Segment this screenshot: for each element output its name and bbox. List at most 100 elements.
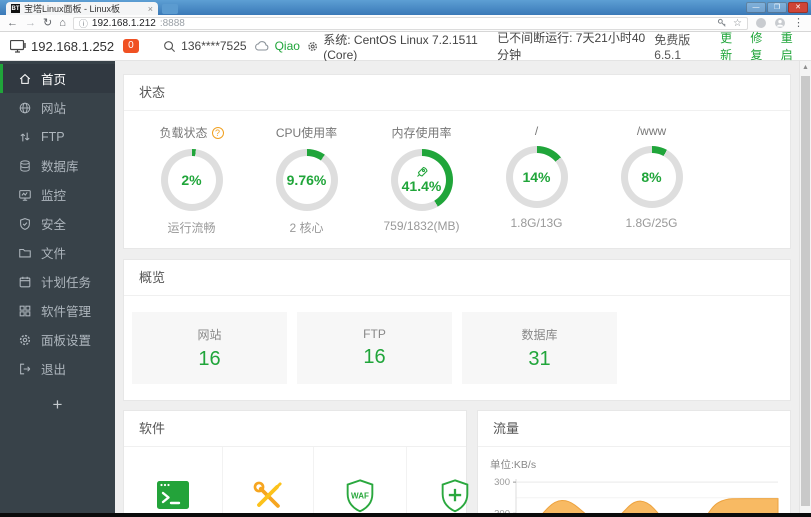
- profile-icon[interactable]: [774, 17, 786, 29]
- software-ssh-terminal[interactable]: 宝塔SSH终端1.0: [124, 447, 223, 517]
- gauge-label: /www: [636, 124, 667, 138]
- gauge-caption: 运行流畅: [167, 221, 216, 235]
- repair-link[interactable]: 修复: [750, 29, 770, 63]
- scrollbar-up-icon[interactable]: ▲: [800, 61, 811, 71]
- waf-shield-icon: WAF: [346, 478, 373, 512]
- uptime-label: 已不间断运行: 7天21小时40分钟: [497, 31, 646, 62]
- gauge-label: 负载状态: [159, 126, 208, 140]
- status-card-title: 状态: [124, 75, 790, 111]
- screen: BT 宝塔Linux面板 - Linux板 × — ❐ ✕ ← → ↻ ⌂ ⓘ …: [0, 0, 811, 517]
- overview-websites[interactable]: 网站 16: [132, 312, 287, 384]
- sidebar-label: 面板设置: [41, 334, 92, 348]
- overview-label: FTP: [363, 327, 386, 341]
- gauge-value: 2%: [181, 172, 202, 188]
- overview-database[interactable]: 数据库 31: [462, 312, 617, 384]
- svg-text:300: 300: [494, 477, 510, 488]
- new-tab-button[interactable]: [162, 4, 178, 14]
- sidebar-item-home[interactable]: 首页: [0, 64, 115, 93]
- sidebar-item-websites[interactable]: 网站: [0, 93, 115, 122]
- gauge-caption: 1.8G/13G: [510, 216, 563, 230]
- url-port: :8888: [159, 17, 185, 29]
- gauge-cpu[interactable]: CPU使用率 9.76% 2 核心: [249, 124, 364, 236]
- browser-tabstrip: BT 宝塔Linux面板 - Linux板 × — ❐ ✕: [0, 0, 811, 15]
- browser-menu-icon[interactable]: ⋮: [793, 17, 804, 29]
- traffic-card: 流量 单位:KB/s 100200300: [477, 410, 791, 517]
- window-maximize-button[interactable]: ❐: [767, 2, 787, 13]
- sidebar-item-cron[interactable]: 计划任务: [0, 267, 115, 296]
- home-icon[interactable]: ⌂: [59, 17, 66, 29]
- tools-icon: [253, 481, 282, 508]
- sidebar-label: 退出: [41, 363, 67, 377]
- gauge-disk-www[interactable]: /www 8% 1.8G/25G: [594, 124, 709, 236]
- tab-close-icon[interactable]: ×: [148, 4, 153, 14]
- update-link[interactable]: 更新: [720, 29, 740, 63]
- url-input[interactable]: ⓘ 192.168.1.212 :8888 ☆: [72, 16, 748, 30]
- extension-icon[interactable]: [755, 17, 767, 29]
- sidebar-item-database[interactable]: 数据库: [0, 151, 115, 180]
- cloud-name-label: Qiao: [274, 39, 300, 53]
- refresh-icon[interactable]: ↻: [43, 17, 52, 29]
- sidebar-item-security[interactable]: 安全: [0, 209, 115, 238]
- overview-ftp[interactable]: FTP 16: [297, 312, 452, 384]
- overview-label: 数据库: [521, 327, 558, 342]
- globe-icon: [19, 102, 31, 113]
- load-donut: 2%: [160, 149, 223, 211]
- scrollbar-thumb[interactable]: [801, 76, 810, 506]
- sidebar-item-software[interactable]: 软件管理: [0, 296, 115, 325]
- gauge-memory[interactable]: 内存使用率 41.4% 759/1832(MB): [364, 124, 479, 236]
- software-linux-toolbox[interactable]: Linux工具箱1.4: [223, 447, 314, 517]
- disk-www-donut: 8%: [620, 146, 683, 208]
- content-area: 状态 负载状态? 2% 运行流畅 CPU使用率 9.76% 2 核心 内存使用率: [115, 61, 799, 517]
- memory-donut: 41.4%: [390, 149, 453, 211]
- key-icon[interactable]: [717, 18, 727, 28]
- server-ip-group[interactable]: 192.168.1.252 0: [10, 39, 139, 54]
- status-card: 状态 负载状态? 2% 运行流畅 CPU使用率 9.76% 2 核心 内存使用率: [123, 74, 791, 249]
- browser-tab[interactable]: BT 宝塔Linux面板 - Linux板 ×: [6, 2, 158, 15]
- sidebar-item-ftp[interactable]: FTP: [0, 122, 115, 151]
- svg-text:WAF: WAF: [351, 491, 369, 500]
- gauge-load[interactable]: 负载状态? 2% 运行流畅: [134, 124, 249, 236]
- gauge-value: 9.76%: [286, 172, 327, 188]
- database-icon: [20, 159, 30, 172]
- sidebar-label: 计划任务: [41, 276, 92, 290]
- gauge-disk-root[interactable]: / 14% 1.8G/13G: [479, 124, 594, 236]
- uptime-info: 已不间断运行: 7天21小时40分钟: [497, 29, 647, 63]
- page-scrollbar[interactable]: ▲: [799, 61, 811, 517]
- gauge-value: 41.4%: [401, 178, 442, 194]
- sidebar-label: 数据库: [41, 160, 79, 174]
- sidebar-label: 文件: [41, 247, 67, 261]
- sidebar-item-logout[interactable]: 退出: [0, 354, 115, 383]
- page-info-icon[interactable]: ⓘ: [79, 17, 88, 30]
- cpu-donut: 9.76%: [275, 149, 338, 211]
- home-nav-icon: [19, 73, 31, 84]
- account-phone[interactable]: 136****7525: [163, 39, 247, 53]
- back-icon[interactable]: ←: [7, 17, 18, 29]
- traffic-chart: 100200300: [494, 477, 779, 517]
- window-close-button[interactable]: ✕: [788, 2, 808, 13]
- window-bottom-edge: [0, 513, 811, 517]
- help-icon[interactable]: ?: [211, 126, 224, 139]
- url-host: 192.168.1.212: [91, 17, 156, 29]
- gauge-caption: 2 核心: [289, 221, 324, 235]
- settings-gear-icon: [19, 334, 31, 345]
- app-grid-icon: [19, 305, 31, 316]
- overview-label: 网站: [197, 327, 222, 342]
- gauge-caption: 1.8G/25G: [625, 216, 678, 230]
- sidebar-add-button[interactable]: +: [0, 395, 115, 415]
- window-minimize-button[interactable]: —: [746, 2, 766, 13]
- sidebar-item-files[interactable]: 文件: [0, 238, 115, 267]
- disk-root-donut: 14%: [505, 146, 568, 208]
- cloud-icon: [254, 41, 268, 51]
- traffic-card-title: 流量: [478, 411, 790, 447]
- sidebar-item-settings[interactable]: 面板设置: [0, 325, 115, 354]
- gauge-caption: 759/1832(MB): [383, 219, 460, 233]
- cloud-account[interactable]: Qiao: [254, 39, 300, 53]
- software-nginx-waf[interactable]: WAF Nginx防火墙2.4: [314, 447, 407, 517]
- rocket-icon[interactable]: [416, 166, 428, 178]
- sidebar-label: 安全: [41, 218, 67, 232]
- bookmark-star-icon[interactable]: ☆: [733, 18, 742, 29]
- sidebar-item-monitor[interactable]: 监控: [0, 180, 115, 209]
- forward-icon[interactable]: →: [25, 17, 36, 29]
- restart-link[interactable]: 重启: [781, 29, 801, 63]
- message-count-badge[interactable]: 0: [123, 39, 139, 53]
